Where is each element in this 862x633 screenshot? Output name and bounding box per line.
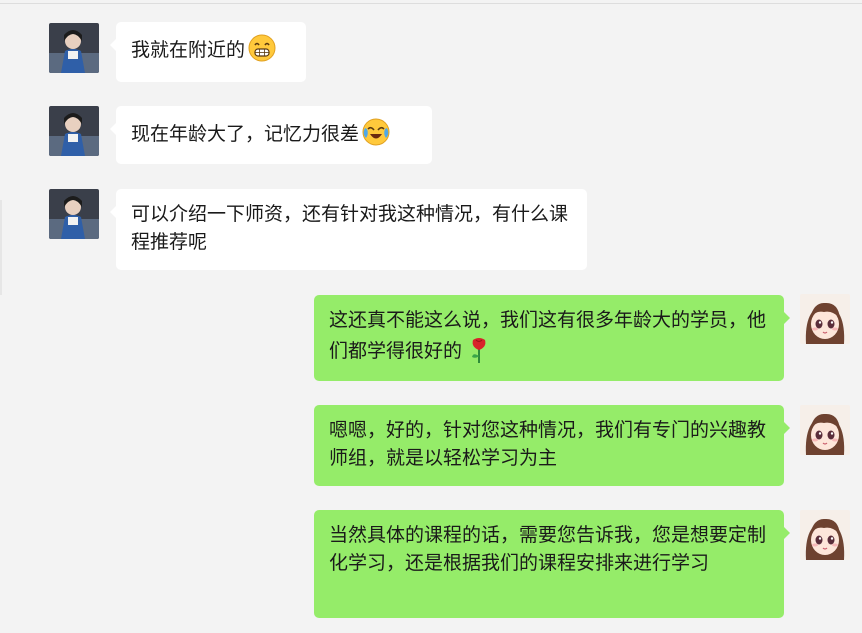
my-avatar[interactable] bbox=[800, 405, 850, 455]
grinning-face-emoji-icon bbox=[247, 33, 277, 63]
message-text: 可以介绍一下师资，还有针对我这种情况，有什么课程推荐呢 bbox=[131, 203, 569, 253]
crying-laughing-face-emoji-icon bbox=[361, 117, 391, 147]
contact-avatar[interactable] bbox=[49, 106, 99, 156]
scroll-edge bbox=[0, 200, 2, 295]
message-text: 现在年龄大了，记忆力很差 bbox=[131, 123, 360, 145]
anime-girl-avatar-icon bbox=[800, 510, 850, 560]
my-avatar[interactable] bbox=[800, 510, 850, 560]
avatar-photo-icon bbox=[49, 23, 99, 73]
message-bubble[interactable]: 嗯嗯，好的，针对您这种情况，我们有专门的兴趣教师组，就是以轻松学习为主 bbox=[314, 405, 790, 486]
anime-girl-avatar-icon bbox=[800, 294, 850, 344]
message-text: 当然具体的课程的话，需要您告诉我，您是想要定制化学习，还是根据我们的课程安排来进… bbox=[329, 524, 767, 574]
contact-avatar[interactable] bbox=[49, 189, 99, 239]
message-bubble[interactable]: 可以介绍一下师资，还有针对我这种情况，有什么课程推荐呢 bbox=[110, 189, 587, 270]
divider bbox=[0, 3, 862, 4]
message-bubble[interactable]: 这还真不能这么说，我们这有很多年龄大的学员，他们都学得很好的 bbox=[314, 295, 790, 381]
message-bubble[interactable]: 我就在附近的 bbox=[110, 22, 306, 82]
message-bubble[interactable]: 当然具体的课程的话，需要您告诉我，您是想要定制化学习，还是根据我们的课程安排来进… bbox=[314, 510, 790, 618]
message-bubble[interactable]: 现在年龄大了，记忆力很差 bbox=[110, 106, 432, 164]
avatar-photo-icon bbox=[49, 106, 99, 156]
contact-avatar[interactable] bbox=[49, 23, 99, 73]
message-text: 这还真不能这么说，我们这有很多年龄大的学员，他们都学得很好的 bbox=[329, 309, 767, 362]
chat-window: 我就在附近的 现在年龄大了，记忆力很差 可以介绍一下师资，还有针对我这种情况，有… bbox=[0, 0, 862, 633]
message-text: 嗯嗯，好的，针对您这种情况，我们有专门的兴趣教师组，就是以轻松学习为主 bbox=[329, 419, 767, 469]
my-avatar[interactable] bbox=[800, 294, 850, 344]
anime-girl-avatar-icon bbox=[800, 405, 850, 455]
message-text: 我就在附近的 bbox=[131, 39, 246, 61]
avatar-photo-icon bbox=[49, 189, 99, 239]
rose-emoji-icon bbox=[464, 334, 494, 364]
